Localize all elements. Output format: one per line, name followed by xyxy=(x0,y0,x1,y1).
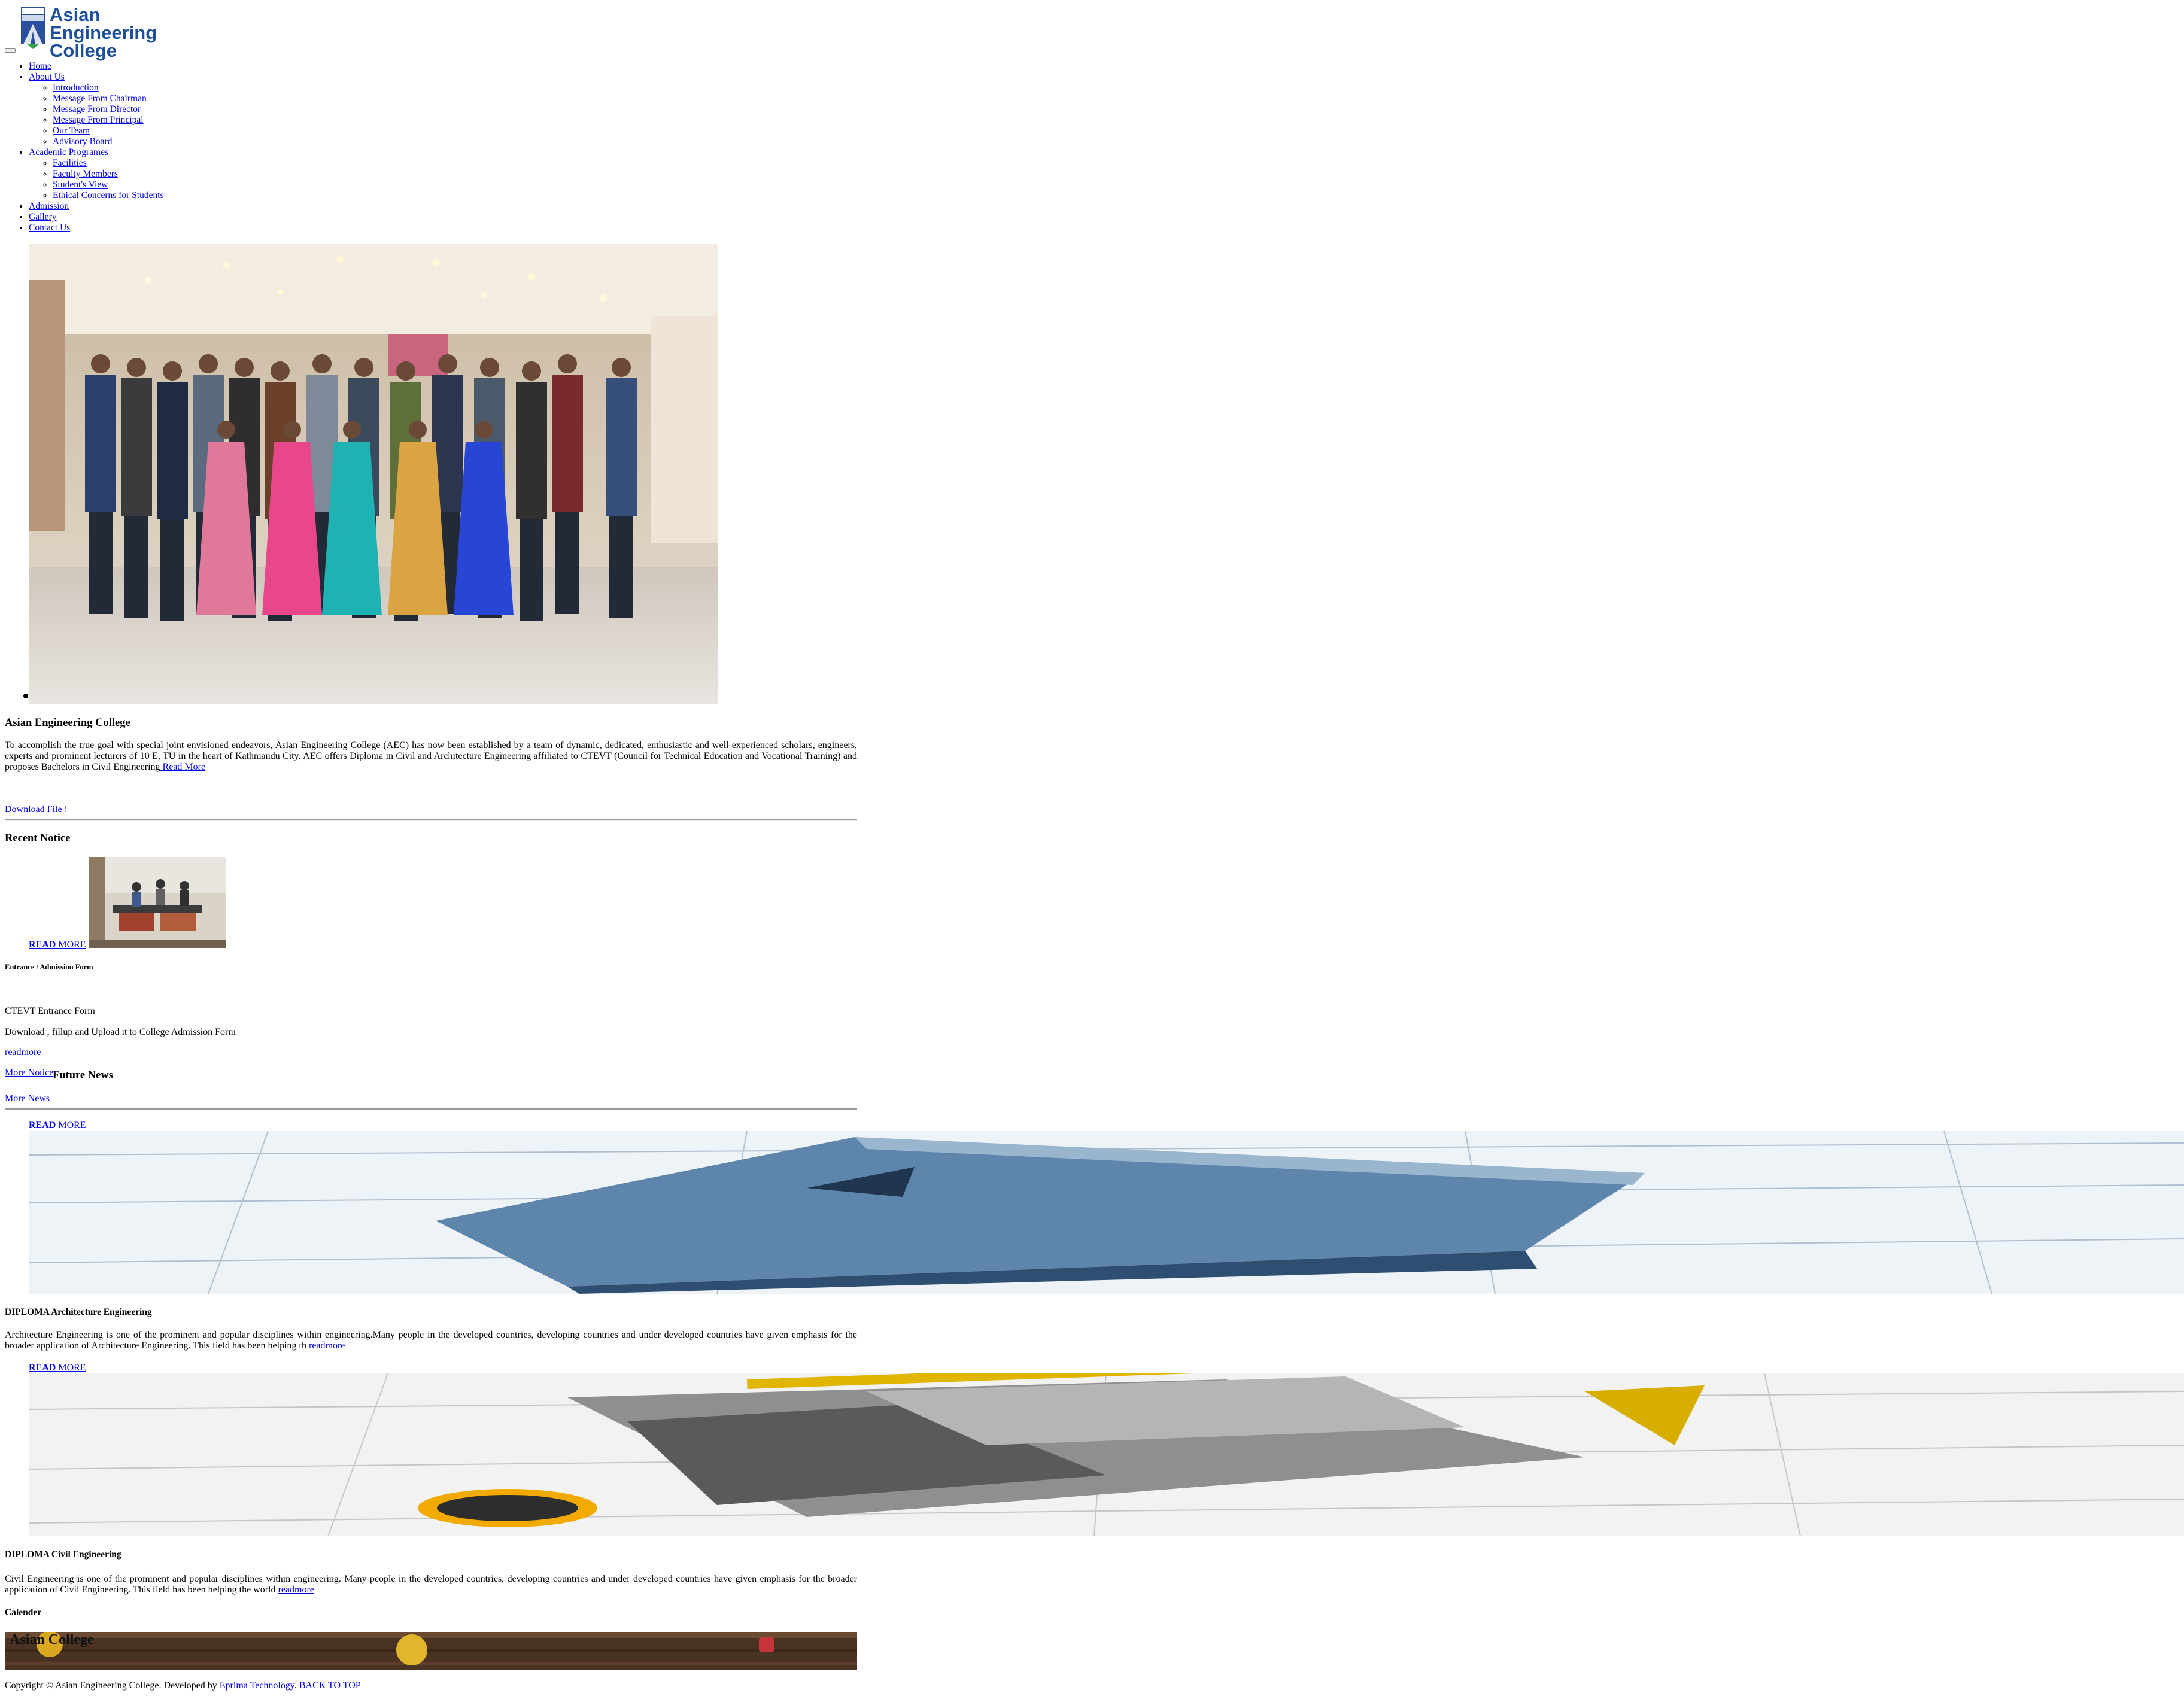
news-more-label: MORE xyxy=(56,1363,86,1373)
logo-emblem-icon xyxy=(21,7,45,49)
nav-subitem: Our Team xyxy=(53,126,164,136)
calendar-banner-image xyxy=(5,1632,857,1670)
nav-link-students-view[interactable]: Student's View xyxy=(53,180,108,190)
notice-readmore-link[interactable]: readmore xyxy=(5,1047,41,1058)
calendar-banner-text: Asian College xyxy=(10,1632,94,1648)
notice-read-more[interactable]: READ MORE xyxy=(29,940,86,950)
about-submenu: Introduction Message From Chairman Messa… xyxy=(29,83,164,147)
more-news-link[interactable]: More News xyxy=(5,1093,50,1104)
news-readmore-civil[interactable]: readmore xyxy=(278,1585,314,1595)
section-divider xyxy=(5,1108,857,1110)
calendar-title: Calender xyxy=(5,1607,42,1618)
nav-link-faculty-members[interactable]: Faculty Members xyxy=(53,169,118,179)
nav-item-gallery: Gallery xyxy=(29,212,164,223)
nav-link-message-chairman[interactable]: Message From Chairman xyxy=(53,93,147,104)
more-notice-link[interactable]: More Notice xyxy=(5,1068,53,1078)
notice-read-label: READ xyxy=(29,940,56,950)
intro-title: Asian Engineering College xyxy=(5,717,130,729)
academic-submenu: Facilities Faculty Members Student's Vie… xyxy=(29,158,164,201)
nav-link-home[interactable]: Home xyxy=(29,61,51,71)
nav-subitem: Faculty Members xyxy=(53,169,164,180)
news-read-more[interactable]: READ MORE xyxy=(29,1120,86,1131)
logo-name-line2: College xyxy=(50,40,117,61)
nav-link-message-director[interactable]: Message From Director xyxy=(53,104,141,114)
nav-link-contact[interactable]: Contact Us xyxy=(29,223,70,233)
news-read-more-link[interactable]: READ MORE xyxy=(29,1120,86,1130)
news-more-label: MORE xyxy=(56,1120,86,1130)
recent-notice-title: Recent Notice xyxy=(5,832,71,844)
news-text-architecture: Architecture Engineering is one of the p… xyxy=(5,1330,857,1351)
footer-separator: . xyxy=(294,1680,299,1691)
nav-subitem: Message From Director xyxy=(53,104,164,115)
footer-copyright: Copyright © Asian Engineering College. D… xyxy=(5,1680,220,1691)
nav-item-about: About Us xyxy=(29,72,164,83)
nav-subitem: Facilities xyxy=(53,158,164,169)
news-read-more[interactable]: READ MORE xyxy=(29,1363,86,1373)
main-nav: Home About Us Introduction Message From … xyxy=(29,61,164,233)
news-read-label: READ xyxy=(29,1120,56,1130)
section-divider xyxy=(5,819,857,821)
nav-link-advisory-board[interactable]: Advisory Board xyxy=(53,136,112,147)
notice-read-more-link[interactable]: READ MORE xyxy=(29,940,86,950)
nav-subitem: Advisory Board xyxy=(53,136,164,147)
intro-paragraph: To accomplish the true goal with special… xyxy=(5,740,857,773)
nav-link-gallery[interactable]: Gallery xyxy=(29,212,56,222)
news-read-more-link[interactable]: READ MORE xyxy=(29,1363,86,1373)
back-to-top-link[interactable]: BACK TO TOP xyxy=(299,1680,361,1691)
notice-more-label: MORE xyxy=(56,940,86,950)
nav-link-introduction[interactable]: Introduction xyxy=(53,83,99,93)
nav-link-ethical-concerns[interactable]: Ethical Concerns for Students xyxy=(53,190,164,200)
nav-subitem: Student's View xyxy=(53,180,164,190)
download-file-link[interactable]: Download File ! xyxy=(5,804,68,815)
nav-link-about[interactable]: About Us xyxy=(29,72,65,82)
nav-subitem: Introduction xyxy=(53,83,164,93)
nav-link-academic[interactable]: Academic Programes xyxy=(29,147,108,157)
calendar-banner: Asian College xyxy=(5,1632,857,1670)
nav-link-admission[interactable]: Admission xyxy=(29,201,69,211)
slider-bullet xyxy=(23,694,28,698)
nav-link-facilities[interactable]: Facilities xyxy=(53,158,87,168)
notice-line-1: CTEVT Entrance Form xyxy=(5,1006,95,1016)
nav-link-message-principal[interactable]: Message From Principal xyxy=(53,115,144,125)
nav-link-our-team[interactable]: Our Team xyxy=(53,126,90,136)
intro-read-more-link[interactable]: Read More xyxy=(160,762,206,772)
news-image-civil[interactable] xyxy=(29,1373,2184,1536)
intro-text: To accomplish the true goal with special… xyxy=(5,740,857,772)
news-readmore-architecture[interactable]: readmore xyxy=(309,1341,345,1351)
future-news-title: Future News xyxy=(53,1069,113,1081)
news-text-civil-block: Civil Engineering is one of the prominen… xyxy=(5,1574,857,1595)
menu-toggle-button[interactable] xyxy=(5,48,16,53)
nav-subitem: Ethical Concerns for Students xyxy=(53,190,164,201)
nav-item-home: Home xyxy=(29,61,164,72)
footer-developer-link[interactable]: Eprima Technology xyxy=(220,1680,294,1691)
footer: Copyright © Asian Engineering College. D… xyxy=(5,1680,361,1691)
news-text-architecture-block: Architecture Engineering is one of the p… xyxy=(5,1330,857,1351)
slider-group-photo xyxy=(29,244,718,704)
news-title-architecture: DIPLOMA Architecture Engineering xyxy=(5,1307,152,1317)
nav-item-contact: Contact Us xyxy=(29,223,164,233)
news-read-label: READ xyxy=(29,1363,56,1373)
notice-thumbnail[interactable] xyxy=(89,857,226,948)
news-text-civil: Civil Engineering is one of the prominen… xyxy=(5,1574,857,1595)
logo-name-line1: Asian Engineering xyxy=(50,4,157,43)
notice-line-2: Download , fillup and Upload it to Colle… xyxy=(5,1027,236,1037)
news-image-architecture[interactable] xyxy=(29,1131,2184,1294)
news-title-civil: DIPLOMA Civil Engineering xyxy=(5,1549,121,1560)
notice-item-title: Entrance / Admission Form xyxy=(5,963,93,971)
nav-subitem: Message From Chairman xyxy=(53,93,164,104)
nav-item-academic: Academic Programes xyxy=(29,147,164,158)
college-logo[interactable]: Asian Engineering College xyxy=(21,4,206,60)
nav-subitem: Message From Principal xyxy=(53,115,164,126)
nav-item-admission: Admission xyxy=(29,201,164,212)
